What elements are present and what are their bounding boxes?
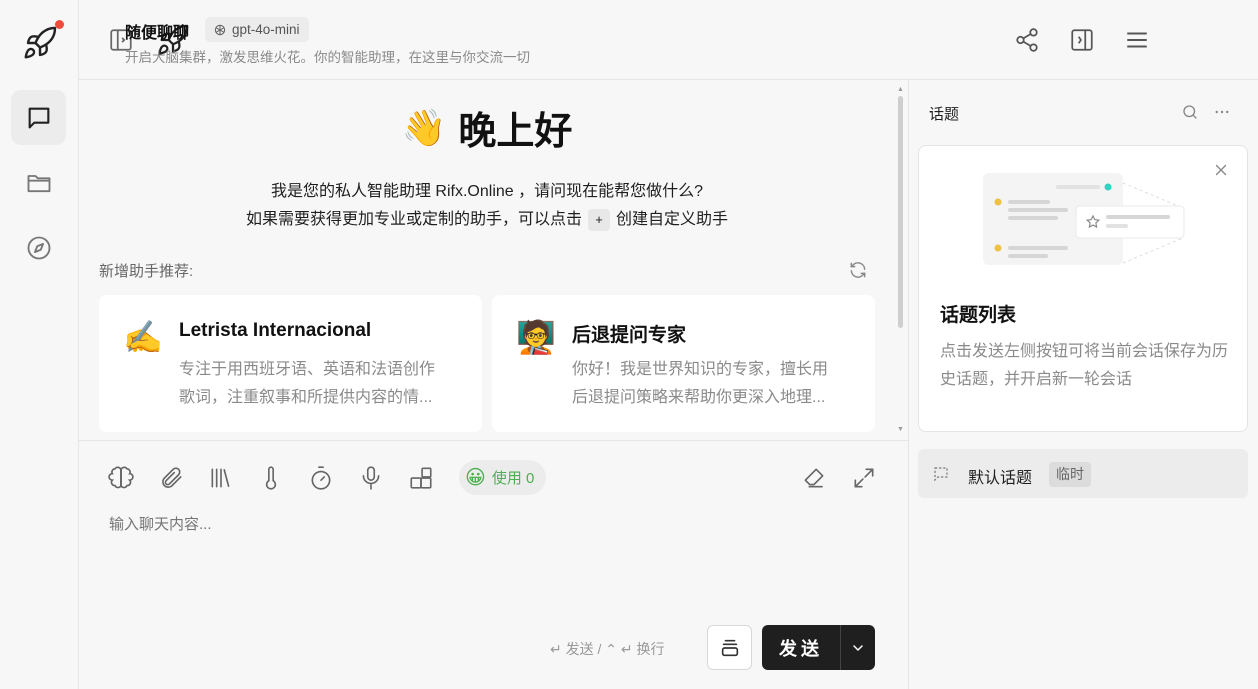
card-title: 后退提问专家: [572, 325, 687, 346]
chat-input[interactable]: [109, 514, 869, 534]
scroll-down-arrow[interactable]: ▼: [897, 426, 904, 433]
greeting-text: 晚上好: [458, 111, 573, 153]
expand-icon[interactable]: [850, 460, 878, 496]
card-desc-line: 后退提问策略来帮助你更深入地理...: [572, 389, 826, 406]
openai-icon: [213, 23, 227, 37]
search-icon[interactable]: [1181, 103, 1201, 123]
default-topic-label: 默认话题: [968, 470, 1033, 487]
shortcut-hint: ↵ 发送 / ⌃ ↵ 换行: [550, 641, 665, 657]
usage-label: 使用 0: [491, 470, 535, 487]
folder-icon[interactable]: [11, 155, 66, 210]
create-assistant-key[interactable]: +: [588, 208, 610, 231]
close-icon[interactable]: [1212, 161, 1232, 181]
send-button[interactable]: 发送: [762, 625, 840, 670]
intro-line-2: 如果需要获得更加专业或定制的助手，可以点击 + 创建自定义助手: [79, 205, 895, 231]
plugin-icon[interactable]: [407, 460, 435, 496]
brain-icon[interactable]: [107, 460, 135, 496]
assistant-card[interactable]: 🧑‍🏫 后退提问专家 你好！我是世界知识的专家，擅长用 后退提问策略来帮助你更深…: [492, 295, 875, 432]
topic-heading: 话题列表: [940, 305, 1017, 326]
right-panel-toggle-icon[interactable]: [1066, 24, 1098, 56]
teacher-icon: 🧑‍🏫: [516, 319, 556, 355]
thermometer-icon[interactable]: [257, 460, 285, 496]
chat-subtitle: 开启大脑集群，激发思维火花。你的智能助理，在这里与你交流一切: [125, 50, 530, 65]
card-description: 你好！我是世界知识的专家，擅长用 后退提问策略来帮助你更深入地理...: [572, 356, 857, 412]
assistant-card[interactable]: ✍️ Letrista Internacional 专注于用西班牙语、英语和法语…: [99, 295, 482, 432]
dashed-chat-icon: [932, 465, 950, 483]
recommend-label: 新增助手推荐:: [99, 263, 194, 280]
card-desc-line: 你好！我是世界知识的专家，擅长用: [572, 361, 829, 378]
card-description: 专注于用西班牙语、英语和法语创作 歌词，注重叙事和所提供内容的情...: [179, 356, 464, 412]
intro-line-2-before: 如果需要获得更加专业或定制的助手，可以点击: [245, 211, 582, 228]
chat-title: 随便聊聊: [125, 25, 190, 42]
notification-dot: [55, 20, 64, 29]
writing-hand-icon: ✍️: [123, 319, 163, 355]
compass-icon[interactable]: [11, 220, 66, 275]
more-icon[interactable]: [1213, 103, 1233, 123]
intro-line-1: 我是您的私人智能助理 Rifx.Online ，请问现在能帮您做什么?: [270, 183, 704, 200]
rocket-icon[interactable]: [20, 23, 60, 63]
share-icon[interactable]: [1011, 24, 1043, 56]
topics-title: 话题: [929, 106, 960, 123]
send-options-chevron-icon[interactable]: [840, 625, 875, 670]
scroll-up-arrow[interactable]: ▲: [897, 86, 904, 93]
refresh-icon[interactable]: [848, 260, 868, 280]
smiley-icon: 😀: [465, 466, 486, 489]
card-desc-line: 专注于用西班牙语、英语和法语创作: [179, 361, 436, 378]
library-icon[interactable]: [207, 460, 235, 496]
topic-description: 点击发送左侧按钮可将当前会话保存为历史话题，并开启新一轮会话: [940, 343, 1229, 388]
microphone-icon[interactable]: [357, 460, 385, 496]
greeting: 👋 晚上好: [79, 100, 895, 155]
card-title: Letrista Internacional: [179, 320, 372, 341]
save-topic-button[interactable]: [707, 625, 752, 670]
eraser-icon[interactable]: [800, 460, 828, 496]
temporary-badge: 临时: [1049, 462, 1091, 487]
chat-scrollbar[interactable]: ▲ ▼: [896, 86, 904, 436]
chat-icon[interactable]: [11, 90, 66, 145]
menu-icon[interactable]: [1121, 24, 1153, 56]
topic-illustration: [978, 168, 1188, 268]
usage-badge[interactable]: 😀 使用 0: [459, 460, 547, 495]
card-desc-line: 歌词，注重叙事和所提供内容的情...: [179, 389, 433, 406]
scroll-thumb[interactable]: [898, 96, 903, 328]
paperclip-icon[interactable]: [157, 460, 185, 496]
model-tag[interactable]: gpt-4o-mini: [205, 17, 309, 42]
intro-line-2-after: 创建自定义助手: [616, 211, 729, 228]
timer-icon[interactable]: [307, 460, 335, 496]
wave-icon: 👋: [401, 106, 447, 148]
model-name: gpt-4o-mini: [232, 22, 300, 37]
left-rail: [0, 0, 79, 689]
